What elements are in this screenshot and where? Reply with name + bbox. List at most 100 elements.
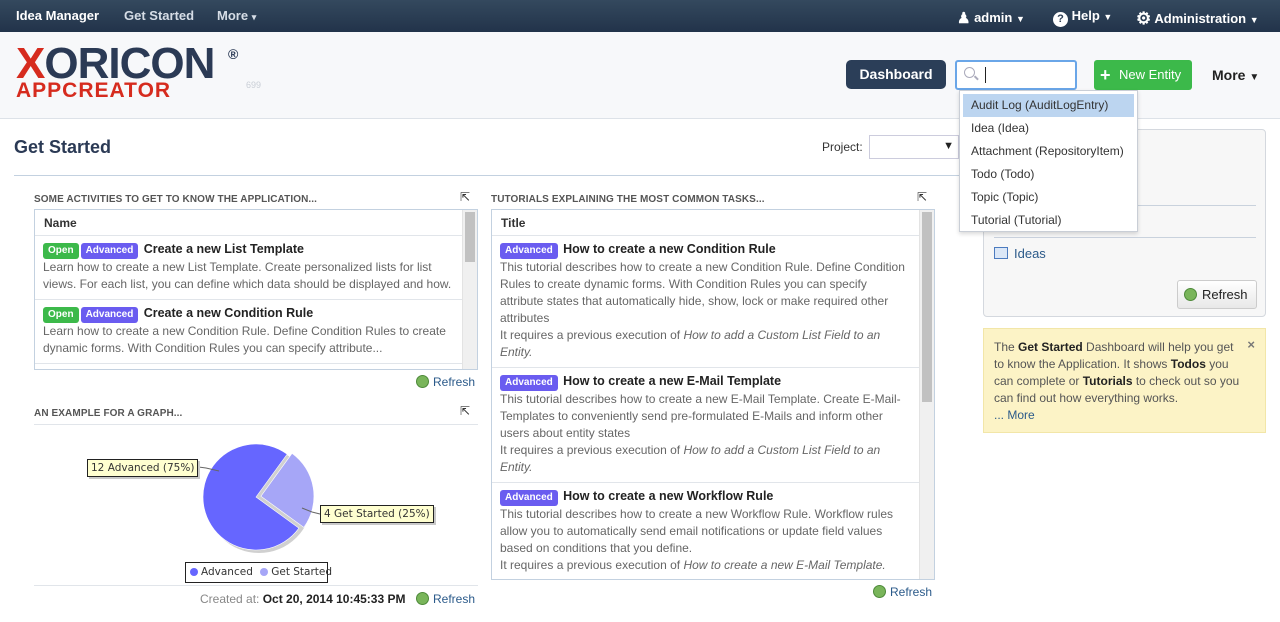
tutorials-section-title: TUTORIALS EXPLAINING THE MOST COMMON TAS… — [491, 194, 765, 205]
user-menu[interactable]: ♟ admin ▼ — [957, 8, 1025, 27]
refresh-label: Refresh — [890, 585, 933, 599]
level-badge-advanced: Advanced — [500, 490, 558, 506]
status-badge-open: Open — [43, 307, 79, 323]
expand-icon[interactable]: ⇱ — [460, 190, 470, 204]
refresh-icon — [416, 375, 429, 388]
legend-label-advanced: Advanced — [201, 566, 253, 578]
level-badge-advanced: Advanced — [500, 243, 558, 259]
gear-icon: ⚙ — [1136, 9, 1152, 28]
pie-label-get-started: 4 Get Started (25%) — [320, 505, 434, 523]
help-icon: ? — [1053, 12, 1068, 27]
tutorial-requirement: It requires a previous execution of — [500, 328, 684, 342]
search-suggestions-dropdown: Audit Log (AuditLogEntry) Idea (Idea) At… — [959, 90, 1138, 232]
suggestion-tutorial[interactable]: Tutorial (Tutorial) — [963, 209, 1134, 232]
tutorial-requirement-ref: How to create a new E-Mail Template. — [683, 558, 886, 572]
help-label: Help — [1071, 8, 1100, 23]
refresh-icon — [416, 592, 429, 605]
app-brand-link[interactable]: Idea Manager — [16, 8, 99, 23]
suggestion-attachment[interactable]: Attachment (RepositoryItem) — [963, 140, 1134, 163]
list-item[interactable]: Open Advanced Create a new List Template … — [35, 236, 477, 300]
level-badge-advanced: Advanced — [80, 307, 139, 323]
column-header-name[interactable]: Name — [35, 210, 477, 236]
scrollbar-thumb[interactable] — [922, 212, 932, 402]
administration-label: Administration — [1154, 11, 1247, 26]
divider — [34, 585, 478, 586]
caret-down-icon: ▼ — [1249, 72, 1260, 83]
user-name: admin — [974, 10, 1013, 25]
activity-title: Create a new Condition Rule — [143, 306, 314, 320]
version-number: 699 — [246, 80, 262, 90]
tutorial-description: This tutorial describes how to create a … — [500, 392, 901, 440]
activity-description: Learn how to create a new List Template.… — [43, 260, 452, 291]
suggestion-topic[interactable]: Topic (Topic) — [963, 186, 1134, 209]
list-item[interactable]: Advanced How to create a new E-Mail Temp… — [492, 368, 934, 483]
suggestion-audit-log[interactable]: Audit Log (AuditLogEntry) — [963, 94, 1134, 117]
list-item[interactable]: Open Advanced Create a new Condition Rule… — [35, 300, 477, 364]
caret-down-icon: ▾ — [251, 12, 257, 22]
column-header-title[interactable]: Title — [492, 210, 934, 236]
caret-down-icon: ▼ — [1103, 12, 1113, 22]
xoricon-logo[interactable]: XORICON APPCREATOR ® 699 — [16, 42, 261, 102]
info-more-link[interactable]: ... More — [994, 408, 1035, 422]
activities-section-title: SOME ACTIVITIES TO GET TO KNOW THE APPLI… — [34, 194, 318, 205]
activities-refresh-link[interactable]: Refresh — [416, 375, 475, 389]
created-at: Created at: Oct 20, 2014 10:45:33 PM — [200, 592, 405, 606]
chart-legend: Advanced Get Started — [185, 562, 332, 583]
panel-refresh-button[interactable]: Refresh — [1177, 280, 1257, 309]
header-more-menu[interactable]: More ▼ — [1212, 67, 1259, 83]
info-alert: × The Get Started Dashboard will help yo… — [983, 328, 1266, 433]
list-item[interactable]: Advanced How to create a new Condition R… — [492, 236, 934, 368]
refresh-icon — [1184, 288, 1197, 301]
suggestion-idea[interactable]: Idea (Idea) — [963, 117, 1134, 140]
tutorials-list: Title Advanced How to create a new Condi… — [491, 209, 935, 580]
created-label: Created at: — [200, 592, 260, 606]
administration-menu[interactable]: ⚙ Administration ▼ — [1136, 8, 1259, 28]
new-entity-label: New Entity — [1119, 67, 1182, 82]
legend-label-get-started: Get Started — [271, 566, 333, 578]
tutorial-title: How to create a new E-Mail Template — [563, 374, 782, 388]
expand-icon[interactable]: ⇱ — [917, 190, 927, 204]
scrollbar[interactable] — [919, 210, 934, 579]
expand-icon[interactable]: ⇱ — [460, 404, 470, 418]
tutorials-refresh-link[interactable]: Refresh — [873, 585, 932, 599]
search-icon — [964, 67, 975, 78]
nav-more-menu[interactable]: More ▾ — [217, 8, 256, 23]
divider — [994, 237, 1256, 238]
suggestion-todo[interactable]: Todo (Todo) — [963, 163, 1134, 186]
page-title: Get Started — [14, 137, 112, 157]
scrollbar[interactable] — [462, 210, 477, 369]
graph-section-title: AN EXAMPLE FOR A GRAPH... — [34, 408, 183, 419]
text-cursor — [985, 67, 986, 83]
tutorial-description: This tutorial describes how to create a … — [500, 260, 905, 325]
refresh-label: Refresh — [433, 592, 476, 606]
plus-icon: + — [1100, 65, 1111, 85]
dashboard-button[interactable]: Dashboard — [846, 60, 946, 89]
nav-more-label: More — [217, 8, 249, 23]
search-input[interactable] — [955, 60, 1077, 90]
info-text: The — [994, 340, 1019, 354]
list-item[interactable]: Advanced How to create a new Workflow Ru… — [492, 483, 934, 579]
tutorial-title: How to create a new Condition Rule — [563, 242, 776, 256]
activity-description: Learn how to create a new Condition Rule… — [43, 324, 446, 355]
project-label: Project: — [822, 140, 863, 154]
activity-title: Create a new List Template — [143, 242, 304, 256]
help-menu[interactable]: ? Help ▼ — [1053, 8, 1112, 27]
tutorial-description: This tutorial describes how to create a … — [500, 507, 894, 555]
scrollbar-thumb[interactable] — [465, 212, 475, 262]
info-bold: Tutorials — [1082, 374, 1133, 388]
level-badge-advanced: Advanced — [80, 243, 139, 259]
ideas-link[interactable]: Ideas — [994, 246, 1046, 261]
project-select[interactable]: ▼ — [869, 135, 959, 159]
info-bold: Todos — [1170, 357, 1206, 371]
graph-refresh-link[interactable]: Refresh — [416, 592, 475, 606]
legend-swatch-get-started — [260, 568, 269, 576]
header-more-label: More — [1212, 67, 1246, 83]
refresh-label: Refresh — [1202, 287, 1248, 302]
info-bold: Get Started — [1018, 340, 1083, 354]
tutorial-title: How to create a new Workflow Rule — [563, 489, 774, 503]
new-entity-button[interactable]: + New Entity — [1094, 60, 1192, 90]
close-icon[interactable]: × — [1247, 336, 1255, 353]
tutorial-requirement: It requires a previous execution of — [500, 558, 684, 572]
caret-down-icon: ▼ — [1016, 14, 1025, 24]
nav-get-started[interactable]: Get Started — [124, 8, 194, 23]
